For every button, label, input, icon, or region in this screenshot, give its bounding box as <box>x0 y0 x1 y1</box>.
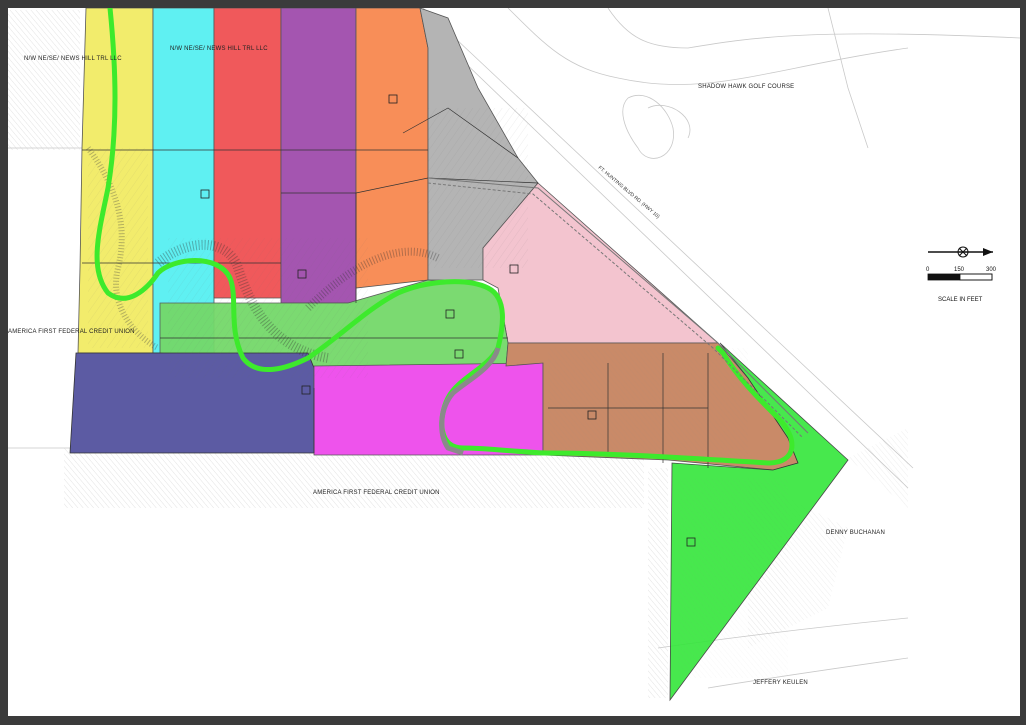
north-arrow-icon <box>928 246 993 258</box>
site-plan-map: N/W NE/SE/ NEWS HILL TRL LLC N/W NE/SE/ … <box>8 8 1020 702</box>
label-credit-union-south: AMERICA FIRST FEDERAL CREDIT UNION <box>313 490 440 496</box>
label-golf-course: SHADOW HAWK GOLF COURSE <box>698 84 794 90</box>
label-owner-south: JEFFERY KEULEN <box>753 680 808 686</box>
document-frame: N/W NE/SE/ NEWS HILL TRL LLC N/W NE/SE/ … <box>0 0 1026 725</box>
label-road: FT. HUNTING BLVD RD. (HWY 10) <box>597 165 661 220</box>
label-credit-union-west: AMERICA FIRST FEDERAL CREDIT UNION <box>8 329 135 335</box>
site-plan-sheet: N/W NE/SE/ NEWS HILL TRL LLC N/W NE/SE/ … <box>8 8 1020 716</box>
label-nw-owner: N/W NE/SE/ NEWS HILL TRL LLC <box>24 56 122 62</box>
scale-tick-150: 150 <box>954 267 965 273</box>
label-nw-owner-2: N/W NE/SE/ NEWS HILL TRL LLC <box>170 46 268 52</box>
scale-tick-0: 0 <box>926 267 930 273</box>
scale-bar: 0 150 300 SCALE IN FEET <box>926 267 997 303</box>
scale-tick-300: 300 <box>986 267 997 273</box>
scale-caption: SCALE IN FEET <box>938 297 983 303</box>
label-owner-southeast: DENNY BUCHANAN <box>826 530 885 536</box>
